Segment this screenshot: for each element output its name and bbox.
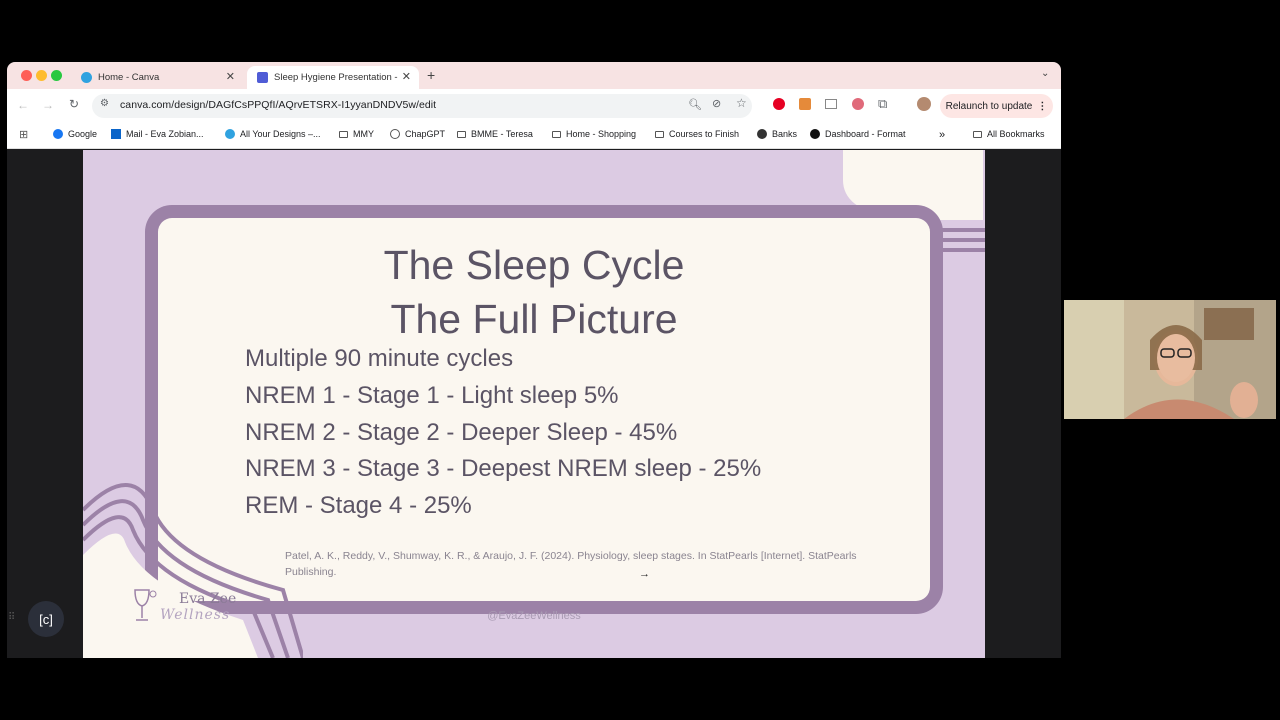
- title-line-2: The Full Picture: [390, 296, 678, 342]
- back-arrow-icon[interactable]: ←: [17, 98, 29, 112]
- chatgpt-icon: [390, 129, 400, 139]
- address-bar[interactable]: ⚙ canva.com/design/DAGfCsPPQfI/AQrvETSRX…: [92, 94, 752, 118]
- capture-icon: [c]: [39, 611, 53, 627]
- presenter-video-frame: [1064, 300, 1276, 419]
- maximize-window-button[interactable]: [51, 70, 62, 81]
- url-text[interactable]: canva.com/design/DAGfCsPPQfI/AQrvETSRX-I…: [120, 99, 436, 111]
- bookmark-star-icon[interactable]: ☆: [736, 96, 747, 110]
- relaunch-button[interactable]: Relaunch to update ⋮: [940, 94, 1053, 118]
- folder-icon: [339, 130, 348, 138]
- bookmark-mmy[interactable]: MMY: [339, 129, 374, 139]
- folder-icon: [552, 130, 561, 138]
- bookmark-label: BMME - Teresa: [471, 129, 533, 139]
- bookmark-label: Google: [68, 129, 98, 139]
- presentation-slide[interactable]: The Sleep Cycle The Full Picture Multipl…: [83, 150, 985, 658]
- bookmark-label: Banks: [772, 129, 798, 139]
- bookmark-banks[interactable]: Banks: [757, 129, 797, 139]
- bookmark-label: Home - Shopping: [566, 129, 637, 139]
- tab-sleep-hygiene[interactable]: Sleep Hygiene Presentation - ✕: [247, 66, 419, 89]
- minimize-window-button[interactable]: [36, 70, 47, 81]
- menu-dots-icon: ⋮: [1037, 100, 1048, 112]
- folder-icon: [973, 130, 982, 138]
- bookmark-bmme[interactable]: BMME - Teresa: [457, 129, 533, 139]
- bookmark-label: Dashboard - Format: [825, 129, 906, 139]
- globe-icon: [757, 129, 767, 139]
- tab-search-chevron-icon[interactable]: ⌄: [1041, 68, 1049, 79]
- title-line-1: The Sleep Cycle: [383, 242, 685, 288]
- mouse-cursor-icon: →: [639, 568, 650, 580]
- bookmark-dashboard-format[interactable]: Dashboard - Format: [810, 129, 906, 139]
- profile-avatar[interactable]: [917, 97, 931, 111]
- relaunch-label: Relaunch to update: [945, 100, 1033, 112]
- bookmark-courses[interactable]: Courses to Finish: [655, 129, 739, 139]
- close-tab-icon[interactable]: ✕: [226, 70, 235, 83]
- webcam-video: [1064, 300, 1276, 419]
- facebook-icon: [53, 129, 63, 139]
- extensions-puzzle-icon[interactable]: ⧉: [878, 96, 887, 112]
- tab-label: Home - Canva: [98, 72, 160, 83]
- bookmark-label: ChapGPT: [405, 129, 446, 139]
- all-bookmarks[interactable]: All Bookmarks: [973, 129, 1045, 139]
- canva-icon: [225, 129, 235, 139]
- bullet-item: REM - Stage 4 - 25%: [245, 492, 472, 519]
- bookmark-mail[interactable]: Mail - Eva Zobian...: [111, 129, 204, 139]
- bookmark-label: Mail - Eva Zobian...: [126, 129, 204, 139]
- extension-icon[interactable]: [825, 99, 837, 109]
- drag-handle-icon[interactable]: ⠿: [8, 612, 15, 623]
- forward-arrow-icon[interactable]: →: [42, 98, 54, 112]
- folder-icon: [457, 130, 466, 138]
- format-icon: [810, 129, 820, 139]
- extension-icon[interactable]: [799, 98, 811, 110]
- bullet-item: NREM 3 - Stage 3 - Deepest NREM sleep - …: [245, 455, 762, 482]
- canva-icon: [81, 72, 92, 83]
- pinterest-extension-icon[interactable]: [773, 98, 785, 110]
- site-settings-icon[interactable]: ⚙: [100, 98, 109, 109]
- bullet-item: NREM 2 - Stage 2 - Deeper Sleep - 45%: [245, 419, 678, 446]
- bookmark-home-shopping[interactable]: Home - Shopping: [552, 129, 636, 139]
- tab-strip: Home - Canva ✕ Sleep Hygiene Presentatio…: [7, 62, 1061, 89]
- bookmark-all-your-designs[interactable]: All Your Designs –...: [225, 129, 321, 139]
- apps-grid-icon[interactable]: ⊞: [19, 128, 28, 141]
- eye-slash-icon[interactable]: ⊘: [712, 97, 721, 110]
- bookmarks-bar: ⊞ Google Mail - Eva Zobian... All Your D…: [7, 123, 1061, 149]
- bookmark-label: All Bookmarks: [987, 129, 1045, 139]
- extension-icon[interactable]: [852, 98, 864, 110]
- bullet-item: Multiple 90 minute cycles: [245, 345, 514, 372]
- bookmark-label: All Your Designs –...: [240, 129, 321, 139]
- close-window-button[interactable]: [21, 70, 32, 81]
- folder-icon: [655, 130, 664, 138]
- bookmark-chapgpt[interactable]: ChapGPT: [390, 129, 445, 139]
- zoom-icon[interactable]: 🔍︎: [688, 98, 702, 111]
- bookmark-label: MMY: [353, 129, 374, 139]
- bookmark-label: Courses to Finish: [669, 129, 740, 139]
- slide-title: The Sleep Cycle The Full Picture: [83, 238, 985, 346]
- more-bookmarks-chevron-icon[interactable]: »: [939, 129, 945, 141]
- canva-presentation-icon: [257, 72, 268, 83]
- citation-text: Patel, A. K., Reddy, V., Shumway, K. R.,…: [285, 550, 857, 578]
- tab-home-canva[interactable]: Home - Canva ✕: [71, 66, 243, 89]
- tab-label: Sleep Hygiene Presentation -: [274, 72, 398, 83]
- browser-toolbar: ← → ↻ ⚙ canva.com/design/DAGfCsPPQfI/AQr…: [7, 89, 1061, 123]
- reload-icon[interactable]: ↻: [69, 97, 79, 111]
- close-tab-icon[interactable]: ✕: [402, 70, 411, 83]
- bullet-item: NREM 1 - Stage 1 - Light sleep 5%: [245, 382, 619, 409]
- screen-capture-button[interactable]: [c]: [28, 601, 64, 637]
- outlook-icon: [111, 129, 121, 139]
- new-tab-plus-icon[interactable]: +: [427, 67, 435, 83]
- bookmark-google[interactable]: Google: [53, 129, 97, 139]
- logo-text-eva-zee: Eva Zee: [179, 591, 237, 607]
- social-handle: @EvaZeeWellness: [487, 610, 581, 622]
